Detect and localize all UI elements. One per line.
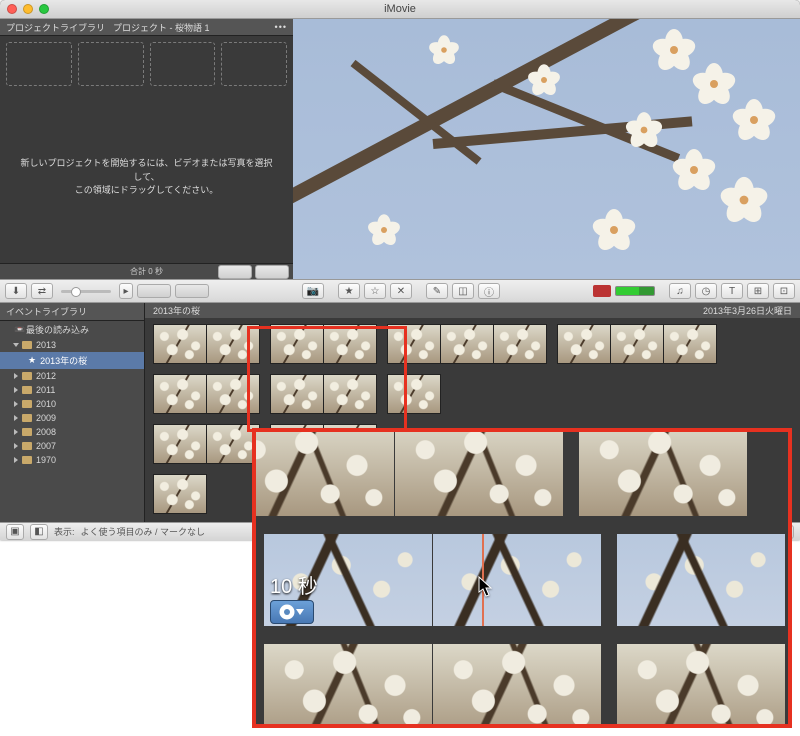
toolbar-segment[interactable] (137, 284, 171, 298)
sidebar-last-import[interactable]: 📼最後の読み込み (0, 321, 144, 338)
browser-event-title: 2013年の桜 (153, 304, 200, 317)
project-drop-message[interactable]: 新しいプロジェクトを開始するには、ビデオまたは写真を選択して、 この領域にドラッ… (0, 92, 293, 263)
folder-icon (22, 414, 32, 422)
clip-thumbnail[interactable] (153, 474, 207, 514)
disclosure-triangle-icon[interactable] (14, 429, 18, 435)
reject-button[interactable]: ✕ (390, 283, 412, 299)
import-button[interactable]: ⬇ (5, 283, 27, 299)
view-toggle-button[interactable]: ◧ (30, 524, 48, 540)
title-slot[interactable] (6, 42, 72, 86)
zoom-clip[interactable] (252, 428, 563, 516)
camera-import-button[interactable]: 📷 (302, 283, 324, 299)
browser-event-date: 2013年3月26日火曜日 (703, 304, 792, 317)
play-button[interactable]: ▸ (119, 283, 133, 299)
main-toolbar: ⬇ ⇄ ▸ 📷 ★ ☆ ✕ ✎ ◫ ⓘ ♫ ◷ T ⊞ ⊡ (0, 279, 800, 303)
preview-viewer[interactable] (293, 19, 800, 279)
favorite-button[interactable]: ★ (338, 283, 360, 299)
duration-label: 10 秒 (270, 570, 318, 599)
view-events-button[interactable]: ▣ (6, 524, 24, 540)
project-library-label[interactable]: プロジェクトライブラリ (6, 21, 105, 34)
sidebar-year[interactable]: 2007 (0, 439, 144, 453)
disclosure-triangle-icon[interactable] (14, 443, 18, 449)
zoom-clip[interactable] (264, 644, 601, 728)
disclosure-triangle-icon[interactable] (14, 373, 18, 379)
title-slot[interactable] (150, 42, 216, 86)
clip-thumbnail[interactable] (270, 374, 377, 414)
disclosure-triangle-icon[interactable] (14, 415, 18, 421)
record-indicator (593, 285, 611, 297)
upper-pane: プロジェクトライブラリ プロジェクト - 桜物語 1 ••• 新しいプロジェクト… (0, 19, 800, 279)
clip-thumbnail[interactable] (387, 374, 441, 414)
title-slots (0, 36, 293, 92)
folder-icon (22, 400, 32, 408)
zoom-clip[interactable] (617, 644, 785, 728)
sidebar-year[interactable]: 2012 (0, 369, 144, 383)
clip-action-menu[interactable] (270, 600, 314, 624)
disclosure-triangle-icon[interactable] (14, 457, 18, 463)
folder-icon (22, 386, 32, 394)
swap-button[interactable]: ⇄ (31, 283, 53, 299)
traffic-lights (7, 4, 49, 14)
maps-browser-button[interactable]: ⊡ (773, 283, 795, 299)
project-menu-icon[interactable]: ••• (275, 22, 287, 32)
disclosure-triangle-icon[interactable] (14, 401, 18, 407)
project-area: プロジェクトライブラリ プロジェクト - 桜物語 1 ••• 新しいプロジェクト… (0, 19, 293, 279)
clip-thumbnail[interactable] (387, 324, 547, 364)
sidebar-year[interactable]: 2008 (0, 425, 144, 439)
unfavorite-button[interactable]: ☆ (364, 283, 386, 299)
sidebar-year[interactable]: 2009 (0, 411, 144, 425)
minimize-button[interactable] (23, 4, 33, 14)
window-titlebar: iMovie (0, 0, 800, 19)
transition-browser-button[interactable]: ⊞ (747, 283, 769, 299)
sidebar-year[interactable]: 1970 (0, 453, 144, 467)
inspector-button[interactable]: ⓘ (478, 283, 500, 299)
clip-thumbnail[interactable] (557, 324, 717, 364)
close-button[interactable] (7, 4, 17, 14)
photo-browser-button[interactable]: ◷ (695, 283, 717, 299)
folder-icon (22, 372, 32, 380)
clip-thumbnail[interactable] (153, 424, 260, 464)
preview-content (293, 19, 800, 279)
zoom-button[interactable] (39, 4, 49, 14)
footer-control[interactable] (218, 265, 252, 279)
audio-meter (615, 286, 655, 296)
annotation-zoom-panel: 10 秒 (252, 428, 792, 728)
music-browser-button[interactable]: ♫ (669, 283, 691, 299)
disclosure-triangle-icon[interactable] (14, 387, 18, 393)
sidebar-heading: イベントライブラリ (0, 303, 144, 321)
crop-button[interactable]: ◫ (452, 283, 474, 299)
current-project-label[interactable]: プロジェクト - 桜物語 1 (113, 21, 210, 34)
voiceover-button[interactable]: ✎ (426, 283, 448, 299)
title-slot[interactable] (221, 42, 287, 86)
folder-icon (22, 428, 32, 436)
gear-icon (281, 606, 293, 618)
show-label: 表示: (54, 525, 75, 538)
folder-icon (22, 456, 32, 464)
clip-thumbnail[interactable] (153, 324, 260, 364)
filter-label[interactable]: よく使う項目のみ / マークなし (81, 525, 206, 538)
project-header: プロジェクトライブラリ プロジェクト - 桜物語 1 ••• (0, 19, 293, 36)
sidebar-event-selected[interactable]: ★ 2013年の桜 (0, 352, 144, 369)
sidebar-year[interactable]: 2011 (0, 383, 144, 397)
window-title: iMovie (384, 3, 416, 15)
dropdown-triangle-icon (296, 609, 304, 615)
clip-thumbnail[interactable] (153, 374, 260, 414)
toolbar-segment[interactable] (175, 284, 209, 298)
folder-icon (22, 341, 32, 349)
sidebar-year[interactable]: 2013 (0, 338, 144, 352)
project-footer: 合計 0 秒 (0, 263, 293, 279)
title-slot[interactable] (78, 42, 144, 86)
mouse-cursor-icon (478, 576, 494, 598)
event-sidebar: イベントライブラリ 📼最後の読み込み 2013 ★ 2013年の桜 2012 2… (0, 303, 145, 540)
zoom-clip[interactable] (617, 534, 785, 626)
title-browser-button[interactable]: T (721, 283, 743, 299)
sidebar-year[interactable]: 2010 (0, 397, 144, 411)
clip-thumbnail[interactable] (270, 324, 377, 364)
disclosure-triangle-icon[interactable] (13, 343, 19, 347)
zoom-clip[interactable] (579, 428, 747, 516)
folder-icon (22, 442, 32, 450)
zoom-slider[interactable] (61, 290, 111, 293)
footer-control[interactable] (255, 265, 289, 279)
browser-header: 2013年の桜 2013年3月26日火曜日 (145, 303, 800, 318)
